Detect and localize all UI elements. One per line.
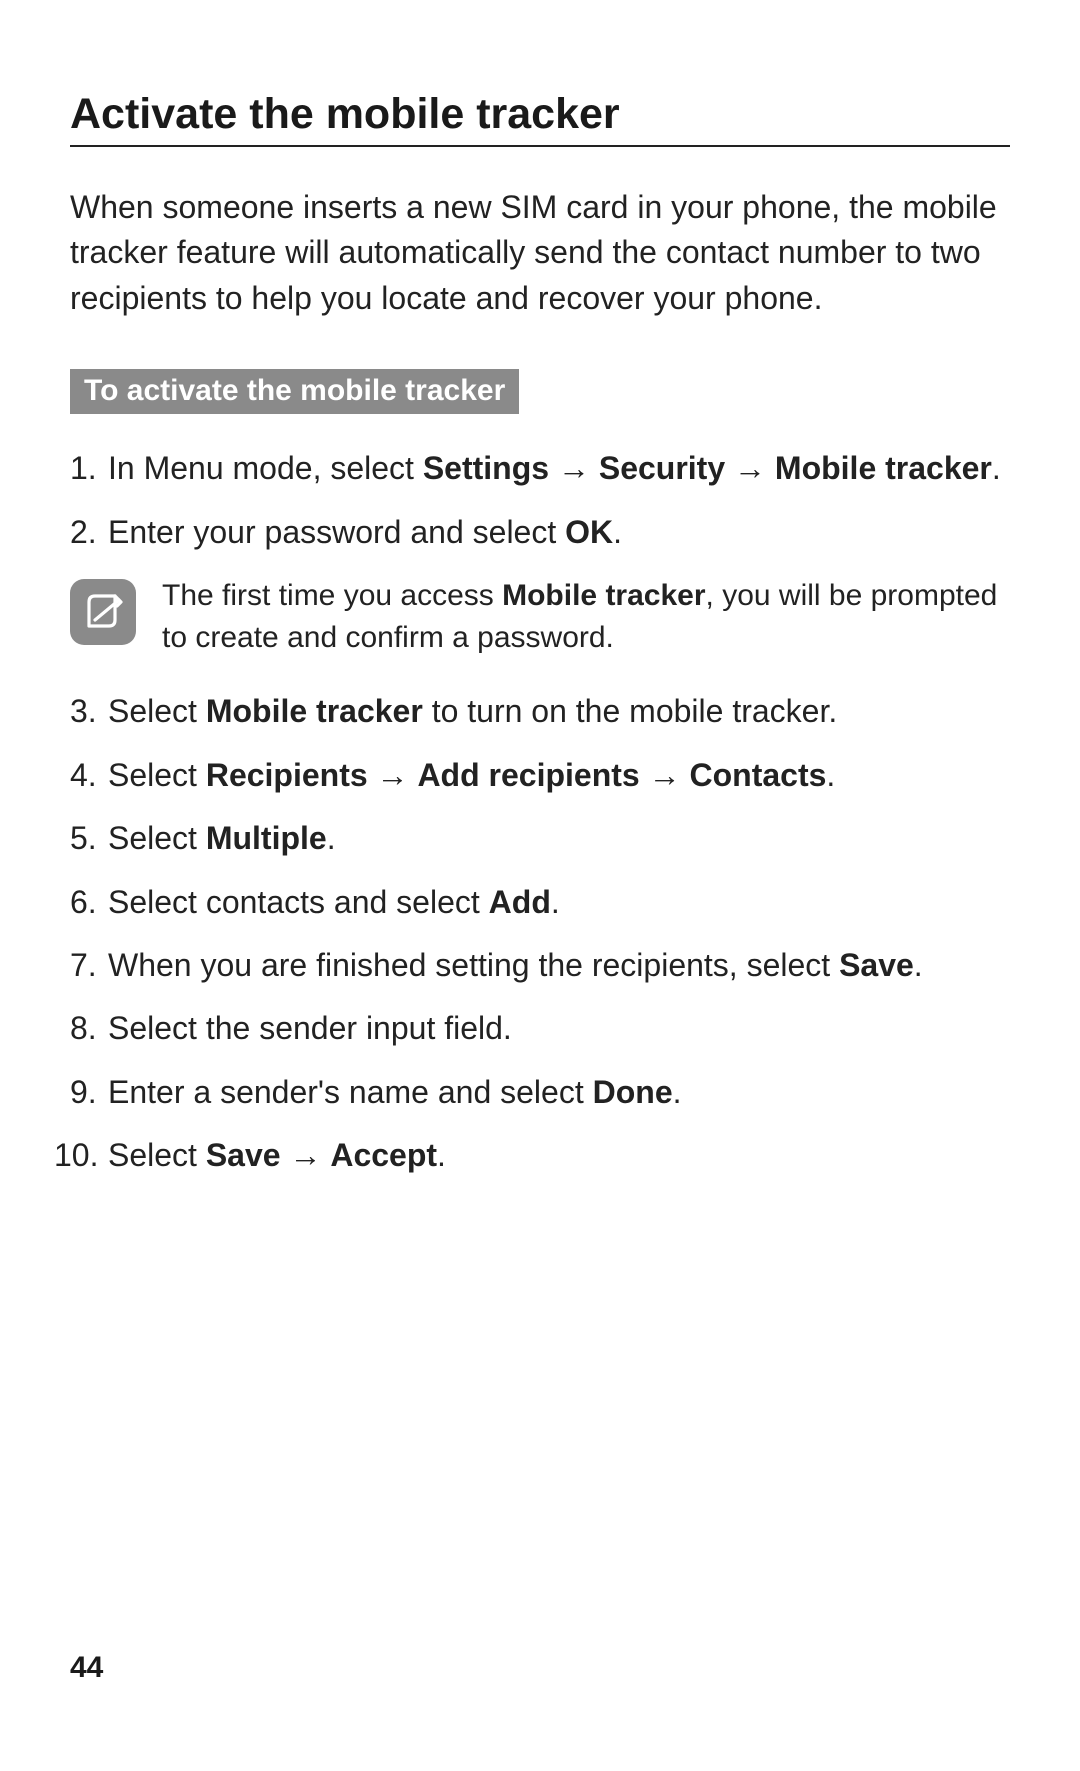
steps-list: In Menu mode, select Settings → Security…	[70, 446, 1010, 555]
step-text: In Menu mode, select	[108, 450, 423, 486]
bold-ok: OK	[565, 514, 613, 550]
bold-recipients: Recipients	[206, 757, 368, 793]
note-text: The first time you access Mobile tracker…	[162, 575, 1010, 659]
bold-save: Save	[839, 947, 914, 983]
step-text: Enter a sender's name and select	[108, 1074, 593, 1110]
step-3: Select Mobile tracker to turn on the mob…	[70, 689, 1010, 734]
intro-paragraph: When someone inserts a new SIM card in y…	[70, 185, 1010, 321]
note-icon	[70, 579, 136, 645]
step-4: Select Recipients → Add recipients → Con…	[70, 753, 1010, 798]
step-text: When you are finished setting the recipi…	[108, 947, 839, 983]
step-9: Enter a sender's name and select Done.	[70, 1070, 1010, 1115]
step-6: Select contacts and select Add.	[70, 880, 1010, 925]
step-text: Select	[108, 820, 206, 856]
bold-mobile-tracker: Mobile tracker	[206, 693, 423, 729]
step-text: Enter your password and select	[108, 514, 565, 550]
step-text: Select contacts and select	[108, 884, 489, 920]
note-box: The first time you access Mobile tracker…	[70, 575, 1010, 659]
step-text: Select	[108, 757, 206, 793]
bold-security: Security	[599, 450, 725, 486]
step-text: Select	[108, 1137, 206, 1173]
bold-mobile-tracker: Mobile tracker	[775, 450, 992, 486]
page-title: Activate the mobile tracker	[70, 90, 1010, 147]
step-5: Select Multiple.	[70, 816, 1010, 861]
bold-add-recipients: Add recipients	[417, 757, 639, 793]
step-8: Select the sender input field.	[70, 1006, 1010, 1051]
bold-mobile-tracker: Mobile tracker	[502, 579, 705, 612]
bold-add: Add	[489, 884, 551, 920]
bold-multiple: Multiple	[206, 820, 327, 856]
step-2: Enter your password and select OK.	[70, 510, 1010, 555]
step-1: In Menu mode, select Settings → Security…	[70, 446, 1010, 491]
bold-save: Save	[206, 1137, 281, 1173]
page-number: 44	[70, 1651, 103, 1685]
step-10: Select Save → Accept.	[70, 1133, 1010, 1178]
bold-done: Done	[593, 1074, 673, 1110]
steps-list-cont: Select Mobile tracker to turn on the mob…	[70, 689, 1010, 1179]
step-7: When you are finished setting the recipi…	[70, 943, 1010, 988]
step-text: Select the sender input field.	[108, 1010, 512, 1046]
sub-heading: To activate the mobile tracker	[70, 369, 519, 414]
bold-contacts: Contacts	[689, 757, 826, 793]
step-text: Select	[108, 693, 206, 729]
bold-settings: Settings	[423, 450, 549, 486]
bold-accept: Accept	[330, 1137, 437, 1173]
